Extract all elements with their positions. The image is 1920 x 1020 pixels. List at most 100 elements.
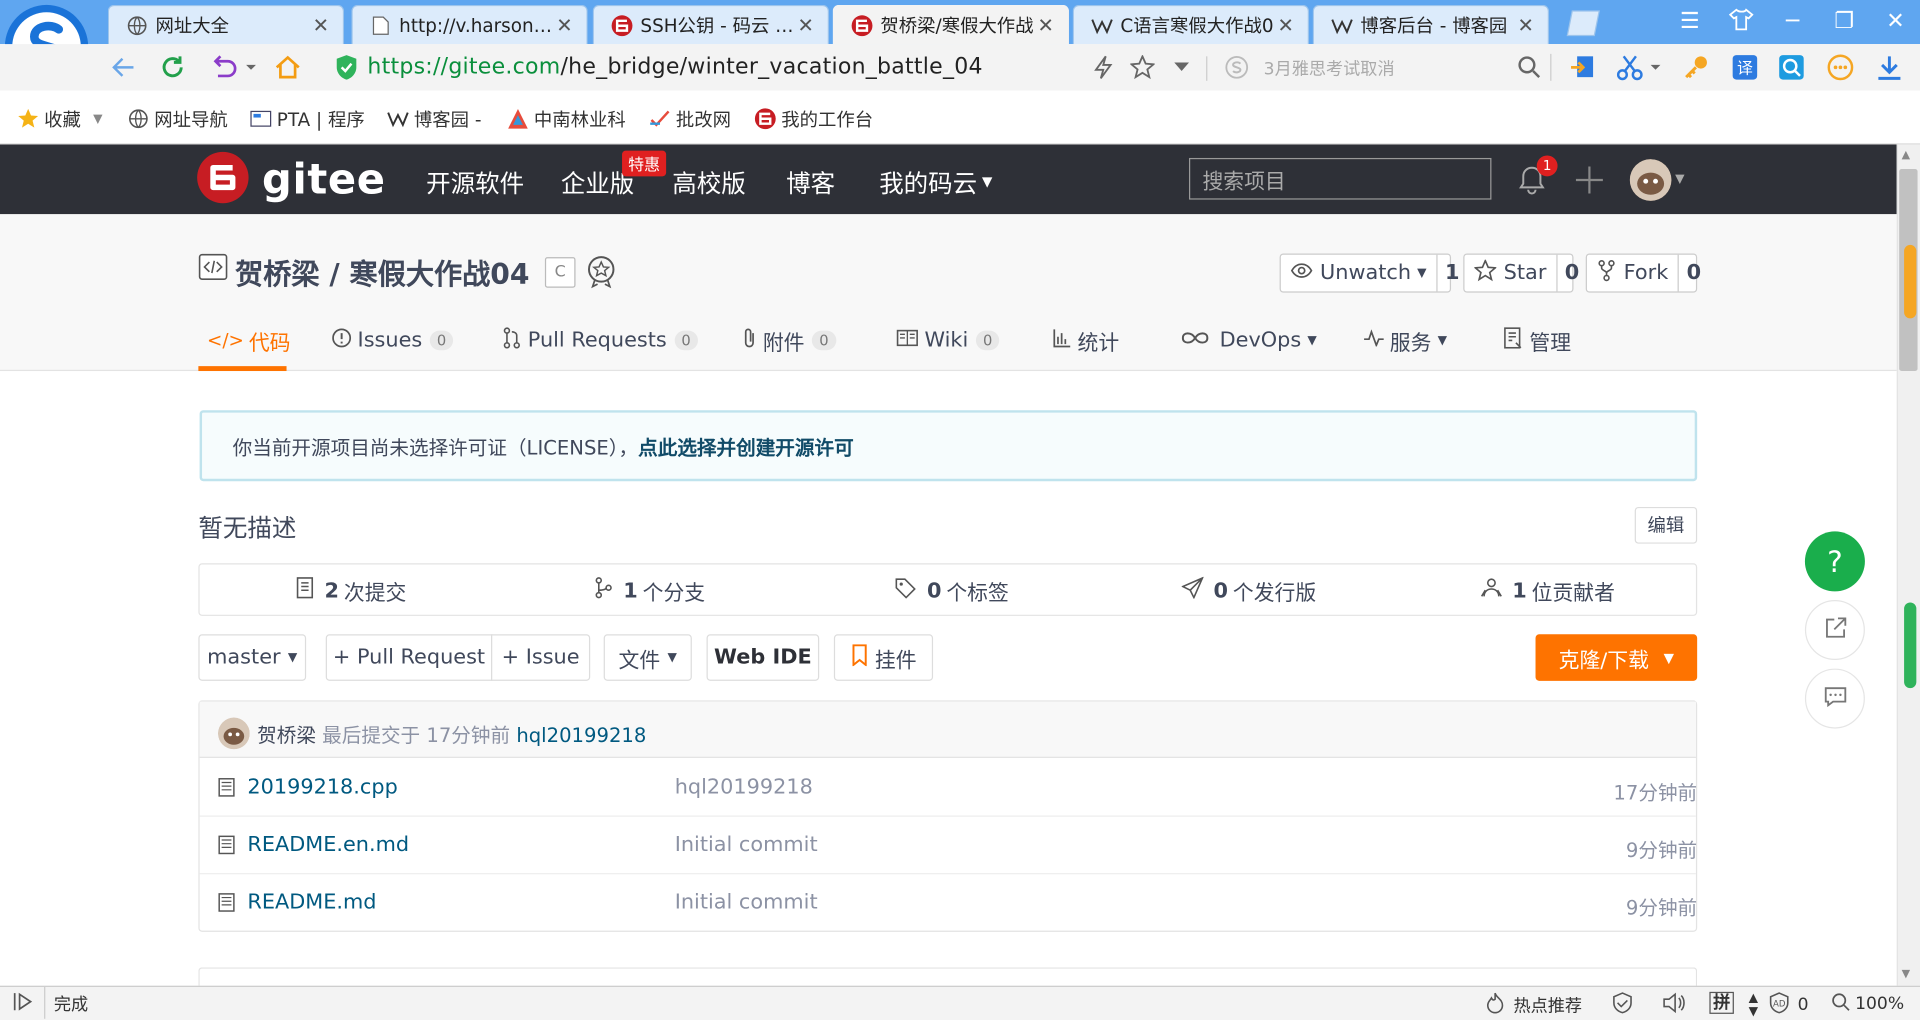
secure-shield-icon[interactable] [331, 51, 363, 83]
zoom-control[interactable]: 100% [1831, 992, 1904, 1016]
refresh-icon[interactable] [157, 51, 189, 83]
ime-indicator[interactable]: 拼 [1709, 991, 1734, 1014]
file-menu-button[interactable]: 文件 ▼ [603, 634, 692, 681]
unwatch-button[interactable]: Unwatch ▼ 1 [1279, 253, 1459, 293]
caret-down-icon[interactable]: ▼ [1675, 173, 1684, 186]
file-commit-message[interactable]: hql20199218 [675, 775, 813, 799]
key-icon[interactable] [1680, 51, 1712, 83]
nav-blog[interactable]: 博客 [786, 164, 835, 200]
license-link[interactable]: 点此选择并创建开源许可 [638, 431, 854, 460]
clone-download-button[interactable]: 克隆/下载 ▼ [1535, 634, 1698, 681]
close-window-icon[interactable]: ✕ [1881, 7, 1910, 36]
download-icon[interactable] [1873, 51, 1905, 83]
nav-my-gitee[interactable]: 我的码云 ▼ [879, 164, 992, 200]
close-tab-icon[interactable]: ✕ [1036, 13, 1056, 36]
browser-search-ext-icon[interactable] [1776, 51, 1808, 83]
edit-description-button[interactable]: 编辑 [1634, 506, 1698, 544]
file-commit-message[interactable]: Initial commit [675, 833, 818, 857]
nav-open-source[interactable]: 开源软件 [426, 164, 524, 200]
plus-icon[interactable] [1572, 163, 1606, 197]
close-tab-icon[interactable]: ✕ [311, 13, 331, 36]
share-button[interactable] [1804, 600, 1865, 661]
bookmark-item[interactable]: 批改网 [649, 105, 731, 132]
new-tab-button[interactable] [1562, 9, 1604, 38]
browser-tab[interactable]: SSH公钥 - 码云 Git ✕ [592, 4, 829, 45]
feedback-button[interactable] [1804, 668, 1865, 729]
browser-tab-active[interactable]: 贺桥梁/寒假大作战 ✕ [832, 4, 1069, 45]
tab-wiki[interactable]: Wiki 0 [896, 324, 1000, 356]
page-title[interactable]: 贺桥梁 / 寒假大作战04 [235, 251, 529, 293]
table-row[interactable] [199, 759, 1696, 817]
url-field[interactable]: https://gitee.com/he_bridge/winter_vacat… [367, 54, 982, 80]
undo-close-icon[interactable] [208, 51, 257, 83]
adblock-counter[interactable]: AD 0 [1768, 992, 1808, 1019]
file-name[interactable]: README.md [247, 890, 376, 914]
commit-author[interactable]: 贺桥梁 [257, 724, 316, 747]
watch-count[interactable]: 1 [1436, 254, 1466, 292]
screenshot-scissors-icon[interactable] [1614, 51, 1663, 83]
language-tag[interactable]: C [544, 257, 576, 288]
bookmark-item[interactable]: 我的工作台 [754, 105, 873, 132]
stat-branches[interactable]: 1 个分支 [594, 576, 705, 606]
restore-icon[interactable]: ❐ [1829, 7, 1858, 36]
home-icon[interactable] [272, 51, 304, 83]
avatar[interactable] [217, 717, 250, 750]
emoji-icon[interactable] [1825, 51, 1857, 83]
nav-university[interactable]: 高校版 [672, 164, 745, 200]
close-tab-icon[interactable]: ✕ [1516, 13, 1536, 36]
stat-contributors[interactable]: 1 位贡献者 [1480, 576, 1615, 606]
bookmark-favorites[interactable]: 收藏 ▼ [17, 105, 103, 132]
new-pull-request-button[interactable]: + Pull Request [325, 634, 493, 681]
new-issue-button[interactable]: + Issue [491, 634, 591, 681]
speaker-icon[interactable] [1662, 992, 1686, 1014]
sidebar-toggle-icon[interactable] [12, 992, 34, 1012]
avatar[interactable] [1629, 159, 1672, 201]
close-tab-icon[interactable]: ✕ [1276, 13, 1296, 36]
star-bookmark-icon[interactable] [1127, 51, 1159, 83]
stat-tags[interactable]: 0 个标签 [895, 576, 1009, 606]
star-count[interactable]: 0 [1556, 254, 1586, 292]
close-tab-icon[interactable]: ✕ [555, 13, 575, 36]
chevron-down-icon[interactable] [1166, 51, 1198, 83]
file-name[interactable]: README.en.md [247, 833, 409, 857]
skin-icon[interactable] [1727, 7, 1756, 36]
tab-code[interactable]: </> 代码 [207, 324, 291, 356]
close-tab-icon[interactable]: ✕ [796, 13, 816, 36]
tab-pull-requests[interactable]: Pull Requests 0 [502, 324, 699, 356]
minimize-icon[interactable]: ─ [1778, 7, 1807, 36]
commit-message[interactable]: hql20199218 [516, 724, 646, 747]
side-widget-orange[interactable] [1904, 244, 1917, 319]
stat-commits[interactable]: 2 次提交 [295, 576, 406, 606]
back-arrow-icon[interactable] [108, 51, 140, 83]
tab-services[interactable]: 服务 ▼ [1363, 324, 1447, 356]
scroll-down-icon[interactable]: ▼ [1902, 969, 1910, 981]
tab-manage[interactable]: 管理 [1504, 324, 1571, 356]
gitee-logo[interactable]: gitee [196, 151, 386, 205]
browser-tab[interactable]: 网址大全 ✕ [107, 4, 345, 45]
browser-tab[interactable]: 博客后台 - 博客园 ✕ [1312, 4, 1549, 45]
scroll-up-icon[interactable]: ▲ [1902, 149, 1910, 161]
widget-button[interactable]: 挂件 [833, 634, 934, 681]
hot-recommend[interactable]: 热点推荐 [1484, 992, 1582, 1019]
web-ide-button[interactable]: Web IDE [706, 634, 820, 681]
lightning-icon[interactable] [1087, 51, 1119, 83]
table-row[interactable] [199, 817, 1696, 875]
bookmark-item[interactable]: 博客园 - [387, 105, 481, 132]
bookmark-item[interactable]: 网址导航 [127, 105, 228, 132]
tab-statistics[interactable]: 统计 [1052, 324, 1119, 356]
table-row[interactable] [200, 874, 1696, 932]
bookmark-item[interactable]: 中南林业科 [507, 105, 626, 132]
search-icon[interactable] [1513, 51, 1545, 83]
award-icon[interactable] [585, 255, 617, 289]
extension-login-icon[interactable] [1567, 51, 1599, 83]
bookmark-item[interactable]: PTA | 程序 [250, 105, 365, 132]
tab-devops[interactable]: DevOps ▼ [1180, 324, 1317, 356]
branch-select[interactable]: master ▼ [198, 634, 307, 681]
menu-icon[interactable]: ☰ [1675, 7, 1704, 36]
translate-icon[interactable]: 译 [1729, 51, 1761, 83]
browser-tab[interactable]: C语言寒假大作战0 ✕ [1072, 4, 1309, 45]
browser-tab[interactable]: http://v.harson.co ✕ [351, 4, 588, 45]
tab-attachments[interactable]: 附件 0 [742, 324, 836, 356]
ime-switch-icon[interactable]: ▲ ▼ [1749, 992, 1758, 1019]
tab-issues[interactable]: Issues 0 [332, 324, 454, 356]
